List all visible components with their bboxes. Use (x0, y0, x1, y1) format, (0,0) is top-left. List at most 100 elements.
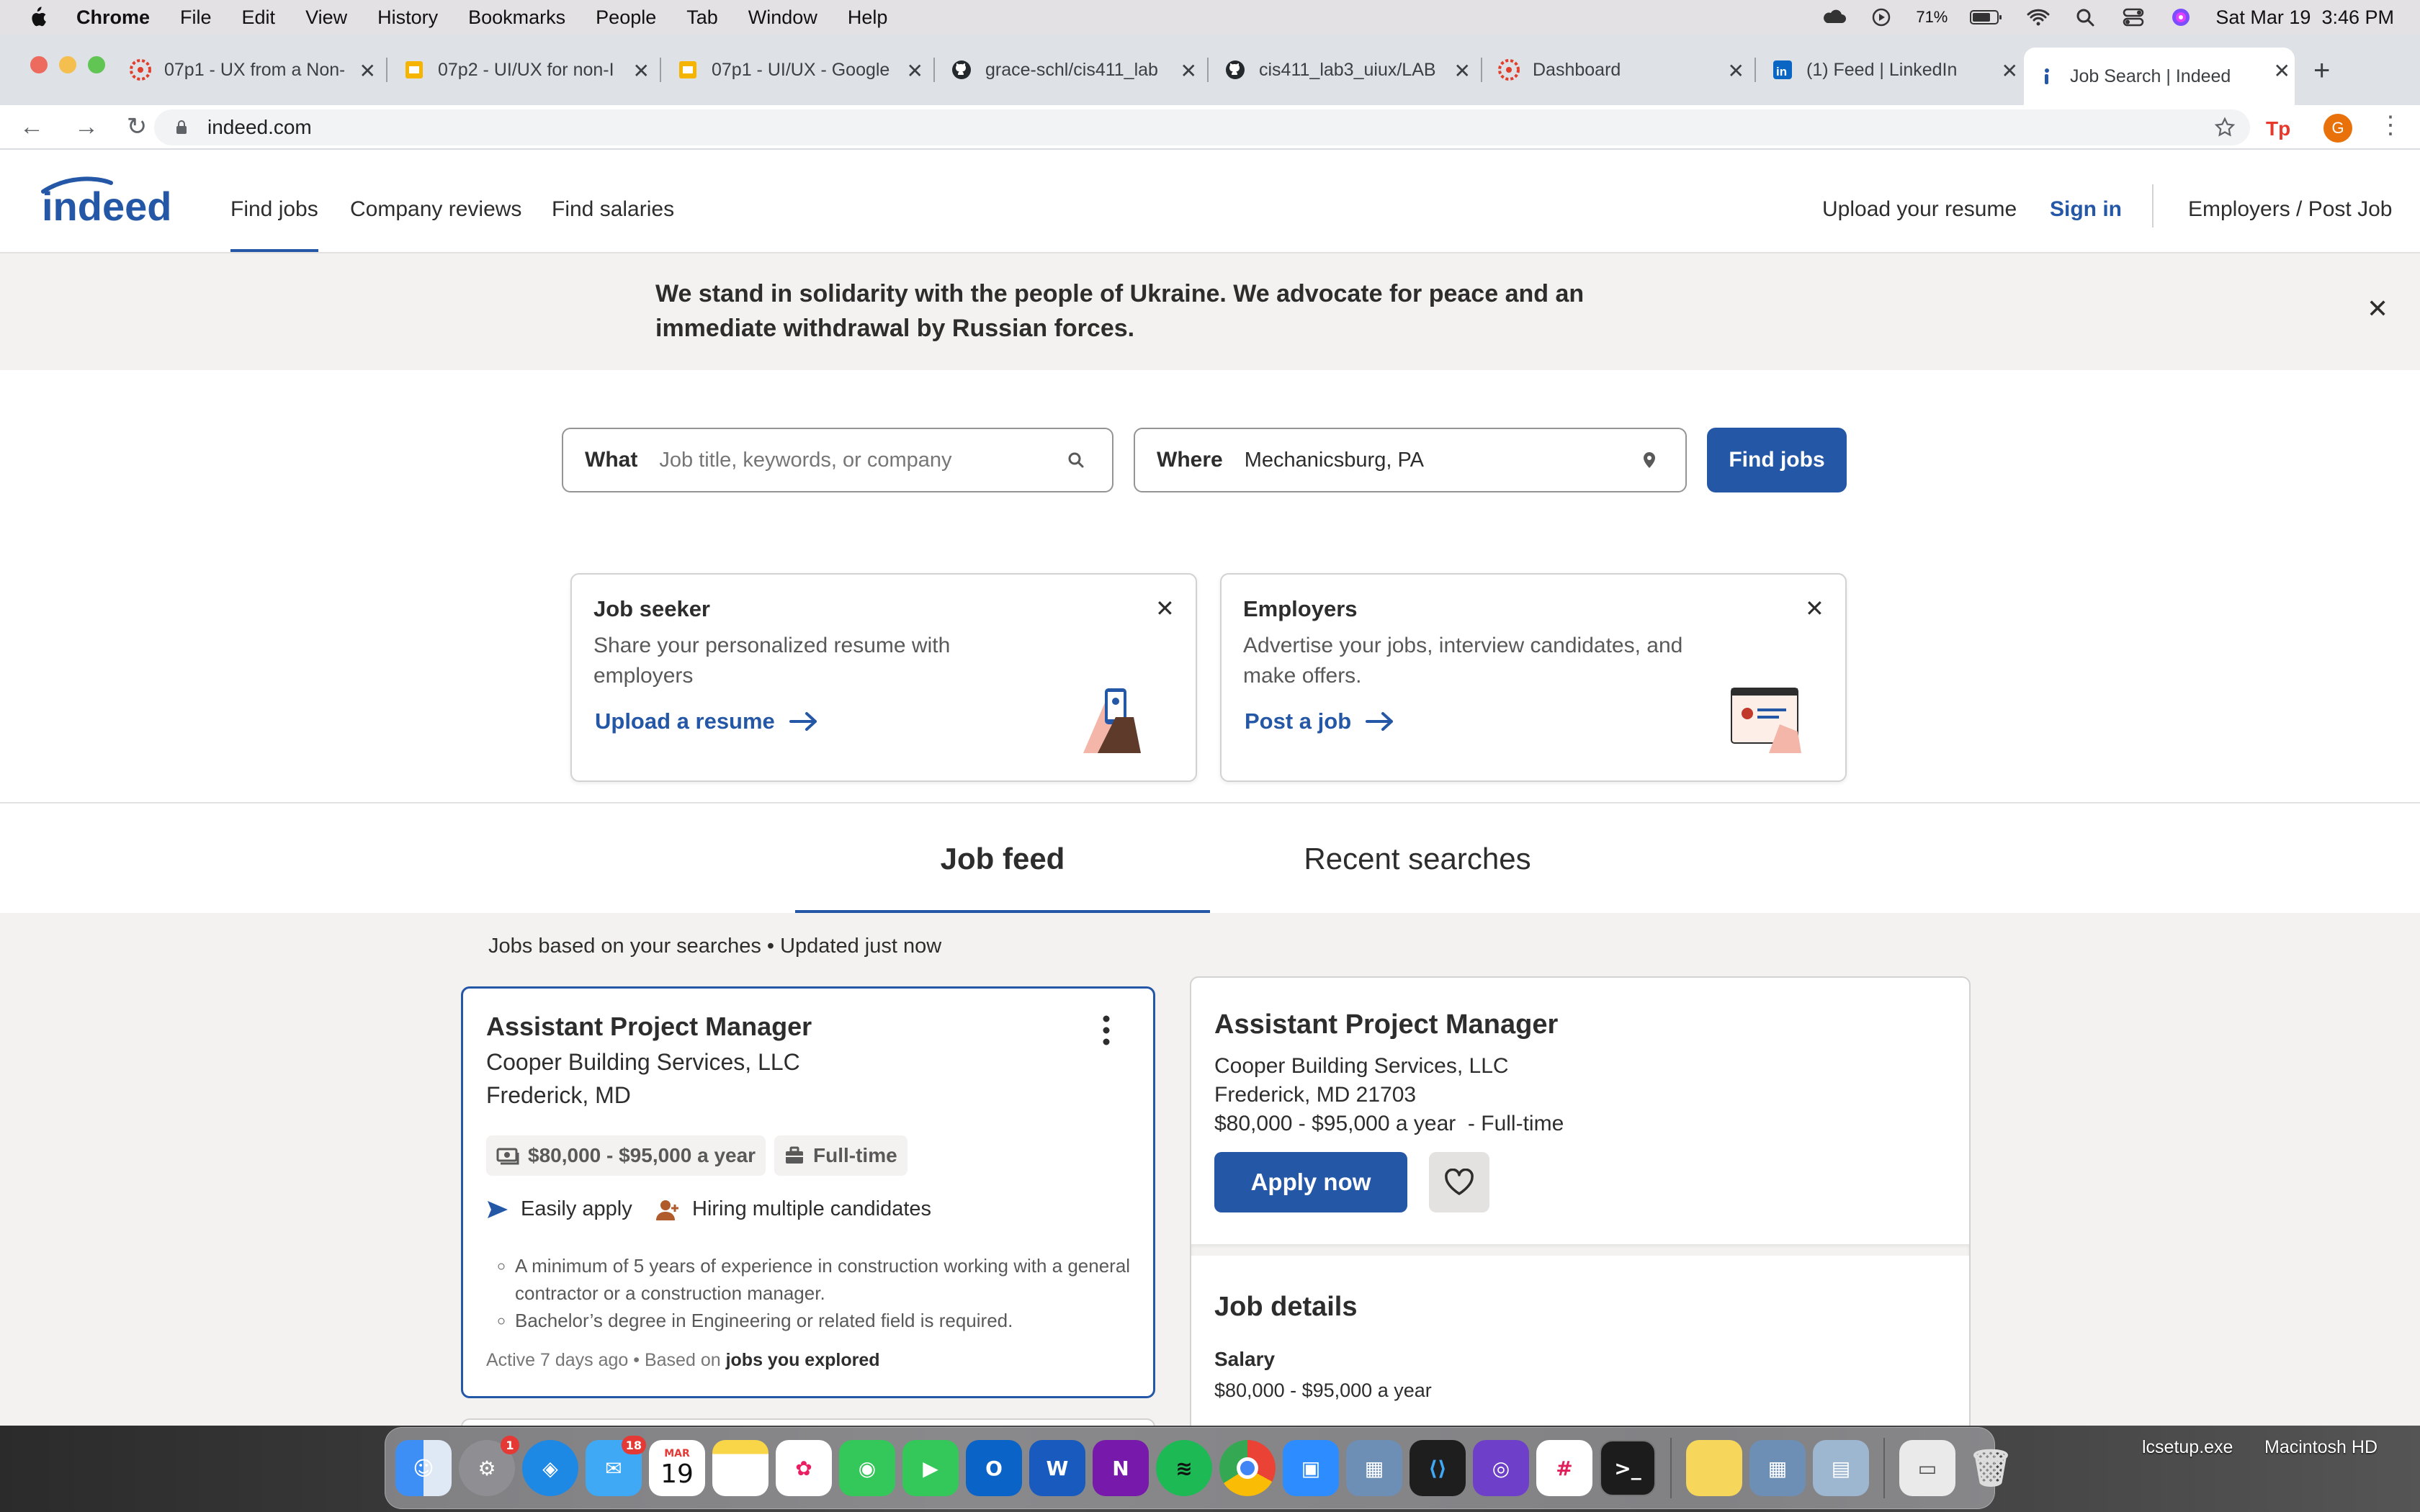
apply-now-button[interactable]: Apply now (1214, 1152, 1407, 1212)
menu-edit[interactable]: Edit (242, 6, 276, 29)
close-tab-icon[interactable]: ✕ (1728, 59, 1744, 83)
menu-file[interactable]: File (180, 6, 212, 29)
job-card-title[interactable]: Assistant Project Manager (486, 1012, 812, 1042)
detail-company[interactable]: Cooper Building Services, LLC (1214, 1054, 1509, 1079)
wifi-icon[interactable] (2025, 7, 2051, 27)
dismiss-employers-icon[interactable]: ✕ (1805, 595, 1824, 622)
close-tab-icon[interactable]: ✕ (907, 59, 923, 83)
menu-history[interactable]: History (377, 6, 438, 29)
bookmark-star-icon[interactable] (2214, 117, 2236, 138)
nav-find-jobs[interactable]: Find jobs (230, 197, 318, 252)
minimize-window-button[interactable] (59, 56, 76, 73)
close-tab-icon[interactable]: ✕ (2002, 59, 2018, 83)
chrome-icon[interactable] (1219, 1440, 1276, 1496)
employers-post-job-link[interactable]: Employers / Post Job (2188, 197, 2392, 222)
close-tab-icon[interactable]: ✕ (2274, 59, 2290, 83)
menu-people[interactable]: People (596, 6, 656, 29)
browser-tab-active[interactable]: Job Search | Indeed ✕ (2024, 48, 2295, 105)
safari-icon[interactable]: ◈ (522, 1440, 578, 1496)
menu-app-name[interactable]: Chrome (76, 6, 150, 29)
close-tab-icon[interactable]: ✕ (633, 59, 650, 83)
browser-tab[interactable]: 07p1 - UI/UX - Google ✕ (666, 48, 935, 92)
close-tab-icon[interactable]: ✕ (1454, 59, 1471, 83)
address-bar[interactable]: indeed.com (154, 109, 2250, 145)
system-preferences-icon[interactable]: ⚙ 1 (459, 1436, 519, 1496)
lock-icon[interactable] (176, 120, 187, 135)
what-search-box[interactable]: What (562, 428, 1113, 492)
play-icon[interactable] (1868, 7, 1894, 27)
preview-icon[interactable]: ▤ (1813, 1440, 1869, 1496)
job-card[interactable]: Assistant Project Manager Cooper Buildin… (461, 986, 1155, 1398)
menu-tab[interactable]: Tab (686, 6, 718, 29)
battery-icon[interactable] (1969, 7, 2004, 27)
nav-find-salaries[interactable]: Find salaries (552, 197, 674, 222)
where-input[interactable] (1244, 448, 1639, 472)
outlook-icon[interactable]: O (966, 1440, 1022, 1496)
photos-icon[interactable]: ✿ (776, 1440, 832, 1496)
mail-icon[interactable]: ✉ 18 (586, 1436, 646, 1496)
jobs-you-explored-link[interactable]: jobs you explored (726, 1350, 880, 1370)
chrome-menu-icon[interactable]: ⋮ (2378, 111, 2403, 140)
browser-tab[interactable]: grace-schl/cis411_lab ✕ (939, 48, 1209, 92)
menu-window[interactable]: Window (748, 6, 817, 29)
reload-icon[interactable]: ↻ (122, 112, 151, 141)
github-desktop-icon[interactable]: ◎ (1473, 1440, 1529, 1496)
apple-logo-icon[interactable] (26, 6, 48, 29)
menu-bookmarks[interactable]: Bookmarks (468, 6, 565, 29)
word-icon[interactable]: W (1029, 1440, 1085, 1496)
siri-icon[interactable] (2168, 7, 2194, 27)
notes-icon[interactable] (712, 1440, 768, 1496)
job-card[interactable] (461, 1418, 1155, 1426)
document-icon[interactable]: ▭ (1899, 1440, 1955, 1496)
menu-view[interactable]: View (305, 6, 347, 29)
tab-recent-searches[interactable]: Recent searches (1210, 804, 1625, 914)
profile-avatar[interactable]: G (2323, 114, 2352, 143)
virtualbox-icon[interactable]: ▦ (1749, 1440, 1806, 1496)
control-center-icon[interactable] (2120, 7, 2146, 27)
onenote-icon[interactable]: N (1093, 1440, 1149, 1496)
desktop-file-label[interactable]: lcsetup.exe (2142, 1437, 2233, 1458)
desktop-drive-label[interactable]: Macintosh HD (2264, 1437, 2378, 1458)
post-job-cta[interactable]: Post a job (1245, 708, 1394, 734)
menubar-clock[interactable]: Sat Mar 19 3:46 PM (2215, 6, 2394, 29)
forward-arrow-icon[interactable]: → (72, 113, 101, 141)
upload-resume-cta[interactable]: Upload a resume (595, 708, 818, 734)
finder-icon[interactable]: ☺ (395, 1440, 452, 1496)
spotify-icon[interactable]: ≋ (1156, 1440, 1212, 1496)
save-job-button[interactable] (1429, 1152, 1489, 1212)
indeed-logo[interactable]: indeed (39, 176, 193, 226)
trash-icon[interactable]: 🗑 (1963, 1440, 2019, 1496)
zoom-window-button[interactable] (88, 56, 105, 73)
new-tab-button[interactable]: + (2313, 55, 2330, 87)
virtualbox-icon[interactable]: ▦ (1346, 1440, 1402, 1496)
spotlight-search-icon[interactable] (2073, 7, 2099, 27)
messages-icon[interactable]: ◉ (839, 1440, 895, 1496)
banner-close-icon[interactable]: ✕ (2367, 294, 2388, 324)
facetime-icon[interactable]: ▶ (902, 1440, 959, 1496)
extension-icon[interactable]: Tp (2264, 115, 2290, 140)
find-jobs-button[interactable]: Find jobs (1707, 428, 1847, 492)
close-tab-icon[interactable]: ✕ (359, 59, 376, 83)
calendar-icon[interactable]: MAR 19 (649, 1440, 705, 1496)
slack-icon[interactable]: # (1536, 1440, 1592, 1496)
sign-in-link[interactable]: Sign in (2050, 197, 2122, 222)
vscode-icon[interactable]: ⟨⟩ (1410, 1440, 1466, 1496)
upload-resume-link[interactable]: Upload your resume (1822, 197, 2017, 222)
browser-tab[interactable]: Dashboard ✕ (1487, 48, 1756, 92)
tab-job-feed[interactable]: Job feed (795, 804, 1210, 914)
browser-tab[interactable]: 07p1 - UX from a Non- ✕ (118, 48, 387, 92)
what-input[interactable] (659, 448, 1066, 472)
browser-tab[interactable]: cis411_lab3_uiux/LAB ✕ (1213, 48, 1482, 92)
stickies-icon[interactable] (1686, 1440, 1742, 1496)
close-tab-icon[interactable]: ✕ (1180, 59, 1197, 83)
close-window-button[interactable] (30, 56, 48, 73)
where-search-box[interactable]: Where (1134, 428, 1687, 492)
terminal-icon[interactable]: >_ (1600, 1440, 1656, 1496)
browser-tab[interactable]: in (1) Feed | LinkedIn ✕ (1760, 48, 2022, 92)
nav-company-reviews[interactable]: Company reviews (350, 197, 521, 222)
zoom-icon[interactable]: ▣ (1283, 1440, 1339, 1496)
browser-tab[interactable]: 07p2 - UI/UX for non-I ✕ (392, 48, 661, 92)
back-arrow-icon[interactable]: ← (17, 113, 46, 141)
more-options-icon[interactable] (1101, 1014, 1111, 1046)
dismiss-job-seeker-icon[interactable]: ✕ (1155, 595, 1175, 622)
